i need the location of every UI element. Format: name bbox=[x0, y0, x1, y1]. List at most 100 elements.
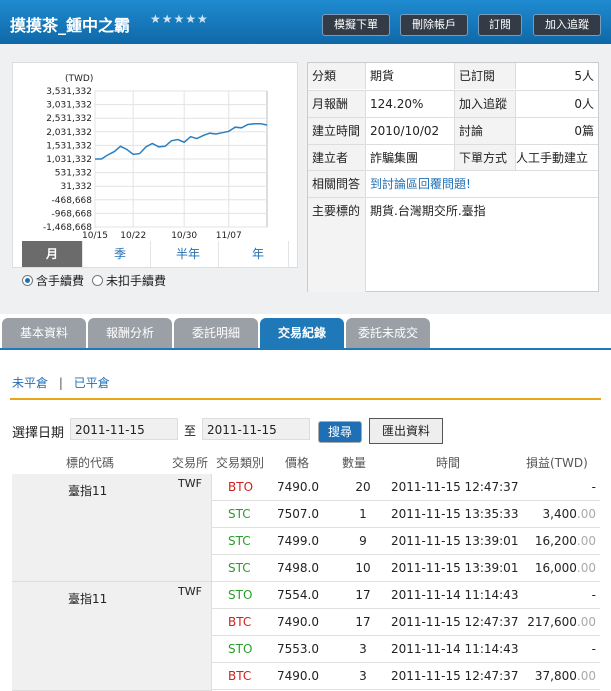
table-row: STO 7554.0 17 2011-11-14 11:14:43 - bbox=[212, 582, 600, 609]
add-tracking-button[interactable]: 加入追蹤 bbox=[533, 14, 601, 36]
trade-qty: 9 bbox=[359, 534, 367, 548]
subscribe-button[interactable]: 訂閱 bbox=[478, 14, 522, 36]
col-time: 時間 bbox=[436, 456, 461, 470]
trade-type: STO bbox=[228, 588, 253, 602]
table-row: BTC 7490.0 17 2011-11-15 12:47:37 217,60… bbox=[212, 609, 600, 636]
x-tick-label: 10/15 bbox=[82, 231, 108, 241]
tab-return-analysis[interactable]: 報酬分析 bbox=[88, 318, 172, 348]
date-from-input[interactable]: 2011-11-15 bbox=[70, 418, 178, 440]
fee-excluded-radio[interactable]: 未扣手續費 bbox=[92, 272, 166, 289]
group-symbol: 臺指11 bbox=[68, 592, 108, 606]
tab-trade-records[interactable]: 交易紀錄 bbox=[260, 318, 344, 348]
created-label: 建立時間 bbox=[308, 118, 366, 144]
trade-pnl: - bbox=[591, 642, 596, 656]
trade-type: BTO bbox=[228, 480, 254, 494]
y-tick-label: 2,031,332 bbox=[46, 128, 92, 138]
trade-time: 2011-11-15 12:47:37 bbox=[391, 615, 519, 629]
trade-price: 7499.0 bbox=[277, 534, 319, 548]
table-row: STC 7507.0 1 2011-11-15 13:35:33 3,400.0… bbox=[212, 501, 600, 528]
search-button[interactable]: 搜尋 bbox=[318, 421, 362, 443]
trade-pnl: 217,600 bbox=[527, 615, 577, 629]
trade-qty: 1 bbox=[359, 507, 367, 521]
fee-excluded-label: 未扣手續費 bbox=[106, 274, 167, 288]
tab-unfilled-orders[interactable]: 委託未成交 bbox=[346, 318, 430, 348]
trade-type: STC bbox=[228, 507, 251, 521]
group-exchange: TWF bbox=[178, 477, 202, 490]
table-row: STC 7499.0 9 2011-11-15 13:39:01 16,200.… bbox=[212, 528, 600, 555]
trade-price: 7490.0 bbox=[277, 669, 319, 683]
trade-time: 2011-11-14 11:14:43 bbox=[391, 642, 519, 656]
target-label: 主要標的 bbox=[308, 198, 366, 292]
period-tab-month[interactable]: 月 bbox=[22, 241, 83, 267]
col-trade-type: 交易類別 bbox=[216, 456, 265, 470]
trade-pnl-decimals: .00 bbox=[576, 534, 596, 548]
section-tabs: 基本資料 報酬分析 委託明細 交易紀錄 委託未成交 bbox=[0, 318, 611, 350]
date-label: 選擇日期 bbox=[12, 426, 65, 441]
export-button[interactable]: 匯出資料 bbox=[369, 418, 443, 444]
trade-time: 2011-11-15 12:47:37 bbox=[391, 480, 519, 494]
divider bbox=[308, 117, 598, 118]
tab-basic-info[interactable]: 基本資料 bbox=[2, 318, 86, 348]
order-method-value: 人工手動建立 bbox=[516, 151, 589, 165]
date-to-input[interactable]: 2011-11-15 bbox=[202, 418, 310, 440]
divider bbox=[308, 90, 598, 91]
qa-link[interactable]: 到討論區回覆問題! bbox=[370, 171, 471, 197]
page-title: 摸摸茶_鍾中之霸 bbox=[10, 16, 131, 35]
chart-svg: (TWD) 3,531,332 3,031,332 2,531,332 2,031,33… bbox=[43, 74, 268, 241]
subtab-underline bbox=[10, 398, 601, 400]
trade-qty: 17 bbox=[355, 588, 371, 602]
subscribed-value: 5人 bbox=[574, 69, 594, 83]
subtab-open[interactable]: 未平倉 bbox=[12, 376, 48, 390]
trade-qty: 3 bbox=[359, 642, 367, 656]
trade-pnl-decimals: .00 bbox=[576, 561, 596, 575]
y-tick-label: 531,332 bbox=[55, 169, 92, 179]
creator-label: 建立者 bbox=[308, 145, 366, 171]
trade-time: 2011-11-15 12:47:37 bbox=[391, 669, 519, 683]
trade-pnl: 37,800 bbox=[534, 669, 577, 683]
x-tick-label: 10/22 bbox=[120, 231, 146, 241]
performance-chart: (TWD) 3,531,332 3,031,332 2,531,332 2,031,33… bbox=[12, 62, 298, 268]
date-to-label: 至 bbox=[184, 424, 197, 438]
fee-included-label: 含手續費 bbox=[36, 274, 85, 288]
trade-type: STO bbox=[228, 642, 253, 656]
period-tab-year[interactable]: 年 bbox=[228, 241, 289, 267]
col-symbol: 標的代碼 bbox=[66, 456, 115, 470]
trade-pnl-decimals: .00 bbox=[576, 615, 596, 629]
trade-pnl: - bbox=[591, 480, 596, 494]
subtab-separator: | bbox=[58, 376, 63, 390]
period-tab-half-year[interactable]: 半年 bbox=[158, 241, 219, 267]
delete-account-button[interactable]: 刪除帳戶 bbox=[400, 14, 468, 36]
subtab-closed[interactable]: 已平倉 bbox=[74, 376, 110, 390]
fee-included-radio[interactable]: 含手續費 bbox=[22, 272, 84, 289]
trade-qty: 20 bbox=[355, 480, 371, 494]
radio-unselected-icon bbox=[92, 275, 103, 286]
trade-type: BTC bbox=[228, 615, 252, 629]
trade-qty: 3 bbox=[359, 669, 367, 683]
group-symbol: 臺指11 bbox=[68, 484, 108, 498]
col-price: 價格 bbox=[285, 456, 310, 470]
period-tab-quarter[interactable]: 季 bbox=[90, 241, 151, 267]
trade-pnl: - bbox=[591, 588, 596, 602]
x-tick-label: 11/07 bbox=[216, 231, 242, 241]
qa-label: 相關問答 bbox=[308, 171, 366, 197]
trade-time: 2011-11-15 13:39:01 bbox=[391, 534, 519, 548]
rating-stars: ★★★★★ bbox=[150, 12, 209, 26]
trade-type: STC bbox=[228, 534, 251, 548]
trade-time: 2011-11-14 11:14:43 bbox=[391, 588, 519, 602]
creator-value: 詐騙集團 bbox=[370, 151, 419, 165]
trade-price: 7554.0 bbox=[277, 588, 319, 602]
created-value: 2010/10/02 bbox=[370, 124, 440, 138]
y-tick-label: 31,332 bbox=[61, 182, 93, 192]
table-row: STC 7498.0 10 2011-11-15 13:39:01 16,000… bbox=[212, 555, 600, 582]
trade-time: 2011-11-15 13:35:33 bbox=[391, 507, 519, 521]
simulate-order-button[interactable]: 模擬下單 bbox=[322, 14, 390, 36]
tab-order-details[interactable]: 委託明細 bbox=[174, 318, 258, 348]
y-tick-label: 1,031,332 bbox=[46, 155, 92, 165]
trade-price: 7490.0 bbox=[277, 615, 319, 629]
position-subtabs: 未平倉 | 已平倉 bbox=[12, 374, 110, 391]
trade-group: 臺指11 TWF bbox=[12, 582, 212, 691]
trade-pnl: 16,200 bbox=[534, 534, 577, 548]
y-tick-label: -968,668 bbox=[52, 209, 93, 219]
trade-group: 臺指11 TWF bbox=[12, 474, 212, 582]
trade-pnl-decimals: .00 bbox=[576, 507, 596, 521]
